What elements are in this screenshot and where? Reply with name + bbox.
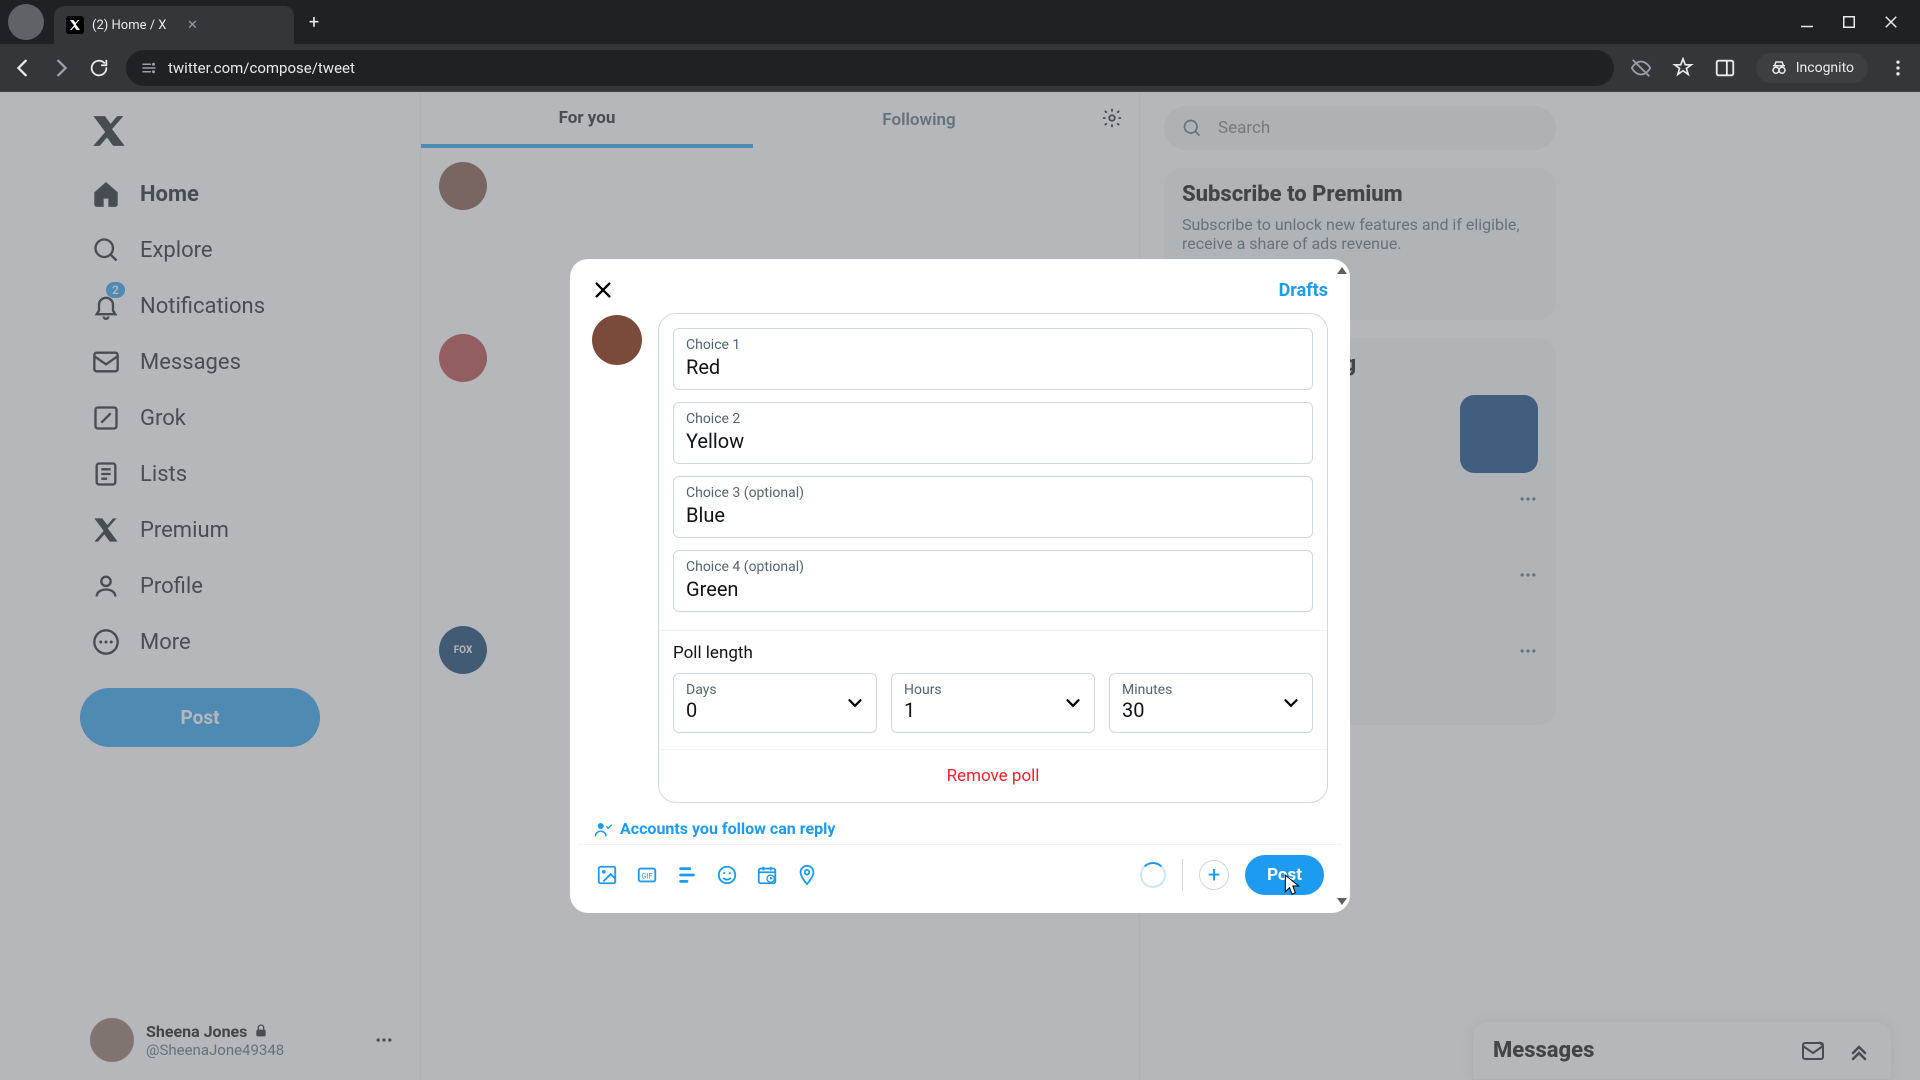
gif-icon[interactable]: GIF bbox=[636, 864, 658, 886]
remove-poll-button[interactable]: Remove poll bbox=[659, 749, 1327, 802]
back-icon[interactable] bbox=[12, 57, 34, 79]
modal-scrollbar[interactable] bbox=[1336, 267, 1348, 905]
compose-modal: Drafts Choice 1 Choice 2 bbox=[570, 259, 1350, 913]
new-tab-button[interactable]: + bbox=[304, 12, 324, 32]
poll-choice-input[interactable] bbox=[686, 577, 1300, 601]
url-bar[interactable]: twitter.com/compose/tweet bbox=[126, 50, 1614, 86]
eye-off-icon[interactable] bbox=[1630, 57, 1652, 79]
reply-settings-icon bbox=[594, 820, 612, 838]
divider bbox=[1182, 859, 1183, 891]
profile-chip[interactable] bbox=[8, 4, 44, 40]
site-settings-icon[interactable] bbox=[140, 59, 158, 77]
field-label: Hours bbox=[904, 682, 1082, 698]
field-label: Choice 3 (optional) bbox=[686, 485, 1300, 501]
select-value: 1 bbox=[904, 698, 1082, 722]
reload-icon[interactable] bbox=[88, 57, 110, 79]
poll-choice-input[interactable] bbox=[686, 429, 1300, 453]
field-label: Minutes bbox=[1122, 682, 1300, 698]
poll-length-label: Poll length bbox=[673, 643, 1313, 663]
emoji-icon[interactable] bbox=[716, 864, 738, 886]
location-icon[interactable] bbox=[796, 864, 818, 886]
char-count-ring bbox=[1140, 862, 1166, 888]
field-label: Choice 2 bbox=[686, 411, 1300, 427]
media-icon[interactable] bbox=[596, 864, 618, 886]
avatar bbox=[592, 315, 642, 365]
field-label: Choice 4 (optional) bbox=[686, 559, 1300, 575]
select-value: 0 bbox=[686, 698, 864, 722]
poll-choice-input[interactable] bbox=[686, 503, 1300, 527]
cursor-icon bbox=[1282, 873, 1302, 899]
field-label: Days bbox=[686, 682, 864, 698]
poll-choice-field[interactable]: Choice 4 (optional) bbox=[673, 550, 1313, 612]
reply-settings-label: Accounts you follow can reply bbox=[620, 819, 835, 838]
browser-menu-icon[interactable] bbox=[1888, 58, 1908, 78]
poll-choice-field[interactable]: Choice 2 bbox=[673, 402, 1313, 464]
poll-choice-field[interactable]: Choice 3 (optional) bbox=[673, 476, 1313, 538]
incognito-icon bbox=[1770, 59, 1788, 77]
select-value: 30 bbox=[1122, 698, 1300, 722]
window-close-icon[interactable] bbox=[1882, 13, 1900, 31]
poll-hours-select[interactable]: Hours 1 bbox=[891, 673, 1095, 733]
browser-toolbar: twitter.com/compose/tweet Incognito bbox=[0, 44, 1920, 92]
x-favicon bbox=[66, 16, 84, 34]
add-tweet-button[interactable]: + bbox=[1199, 860, 1229, 890]
field-label: Choice 1 bbox=[686, 337, 1300, 353]
schedule-icon[interactable] bbox=[756, 864, 778, 886]
poll-choice-input[interactable] bbox=[686, 355, 1300, 379]
bookmark-star-icon[interactable] bbox=[1672, 57, 1694, 79]
reply-settings-button[interactable]: Accounts you follow can reply bbox=[574, 803, 1346, 844]
poll-minutes-select[interactable]: Minutes 30 bbox=[1109, 673, 1313, 733]
browser-tab[interactable]: (2) Home / X ✕ bbox=[54, 6, 294, 44]
tab-strip: (2) Home / X ✕ + bbox=[0, 0, 1920, 44]
tab-title: (2) Home / X bbox=[92, 18, 166, 33]
poll-card: Choice 1 Choice 2 Choice 3 (optional) bbox=[658, 313, 1328, 803]
incognito-chip[interactable]: Incognito bbox=[1756, 53, 1868, 83]
drafts-link[interactable]: Drafts bbox=[1279, 280, 1328, 301]
chevron-down-icon bbox=[1062, 692, 1084, 714]
minimize-icon[interactable] bbox=[1798, 13, 1816, 31]
forward-icon bbox=[50, 57, 72, 79]
incognito-label: Incognito bbox=[1796, 60, 1854, 76]
url-text: twitter.com/compose/tweet bbox=[168, 59, 355, 77]
poll-choice-field[interactable]: Choice 1 bbox=[673, 328, 1313, 390]
chevron-down-icon bbox=[844, 692, 866, 714]
close-icon[interactable] bbox=[592, 279, 614, 301]
side-panel-icon[interactable] bbox=[1714, 57, 1736, 79]
browser-chrome: (2) Home / X ✕ + twitter.com/compose/twe… bbox=[0, 0, 1920, 92]
post-button[interactable]: Post bbox=[1245, 855, 1324, 895]
poll-icon[interactable] bbox=[676, 864, 698, 886]
svg-text:GIF: GIF bbox=[641, 872, 652, 881]
poll-days-select[interactable]: Days 0 bbox=[673, 673, 877, 733]
maximize-icon[interactable] bbox=[1840, 13, 1858, 31]
tab-close-icon[interactable]: ✕ bbox=[182, 15, 202, 35]
chevron-down-icon bbox=[1280, 692, 1302, 714]
